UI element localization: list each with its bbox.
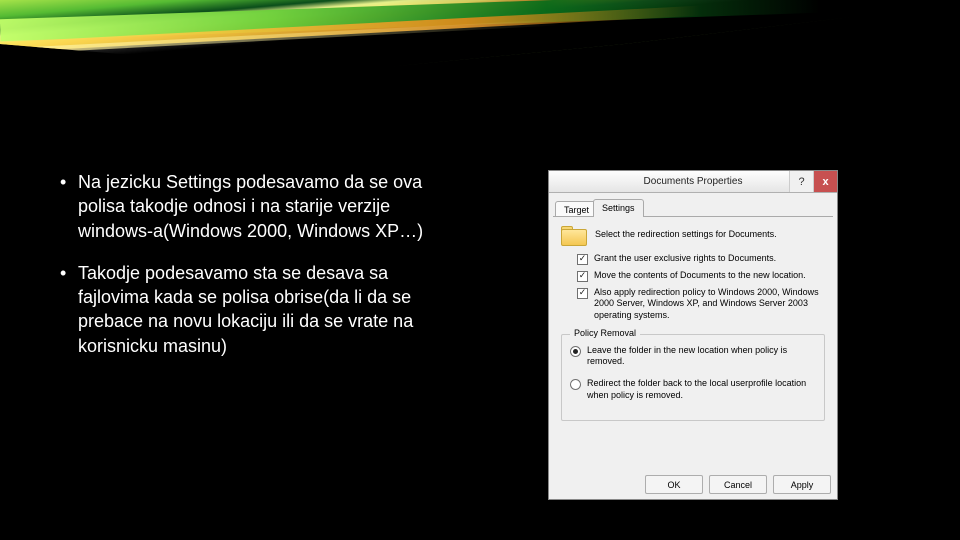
dialog-button-row: OK Cancel Apply — [645, 475, 831, 494]
policy-removal-group: Policy Removal Leave the folder in the n… — [561, 334, 825, 421]
tab-target[interactable]: Target — [555, 201, 598, 217]
tab-page-settings: Select the redirection settings for Docu… — [553, 217, 833, 469]
checkbox-label: Grant the user exclusive rights to Docum… — [594, 253, 776, 264]
radio-redirect-back[interactable] — [570, 379, 581, 390]
tab-settings[interactable]: Settings — [593, 199, 644, 217]
checkbox-exclusive-rights[interactable] — [577, 254, 588, 265]
decorative-banner — [0, 0, 960, 80]
radio-label: Redirect the folder back to the local us… — [587, 378, 816, 401]
documents-properties-dialog: Documents Properties ? x Target Settings… — [548, 170, 838, 500]
folder-icon — [561, 223, 587, 245]
bullet-item: Na jezicku Settings podesavamo da se ova… — [60, 170, 450, 243]
help-button[interactable]: ? — [789, 171, 813, 192]
ok-button[interactable]: OK — [645, 475, 703, 494]
checkbox-move-contents[interactable] — [577, 271, 588, 282]
apply-button[interactable]: Apply — [773, 475, 831, 494]
checkbox-label: Move the contents of Documents to the ne… — [594, 270, 806, 281]
settings-header: Select the redirection settings for Docu… — [595, 229, 777, 239]
group-legend: Policy Removal — [570, 328, 640, 338]
close-button[interactable]: x — [813, 171, 837, 192]
dialog-titlebar[interactable]: Documents Properties ? x — [549, 171, 837, 193]
radio-label: Leave the folder in the new location whe… — [587, 345, 816, 368]
tab-strip: Target Settings — [553, 197, 833, 217]
bullet-item: Takodje podesavamo sta se desava sa fajl… — [60, 261, 450, 358]
radio-leave-folder[interactable] — [570, 346, 581, 357]
checkbox-label: Also apply redirection policy to Windows… — [594, 287, 825, 321]
checkbox-apply-legacy[interactable] — [577, 288, 588, 299]
slide-bullet-list: Na jezicku Settings podesavamo da se ova… — [60, 170, 450, 376]
dialog-title: Documents Properties — [597, 176, 789, 187]
cancel-button[interactable]: Cancel — [709, 475, 767, 494]
